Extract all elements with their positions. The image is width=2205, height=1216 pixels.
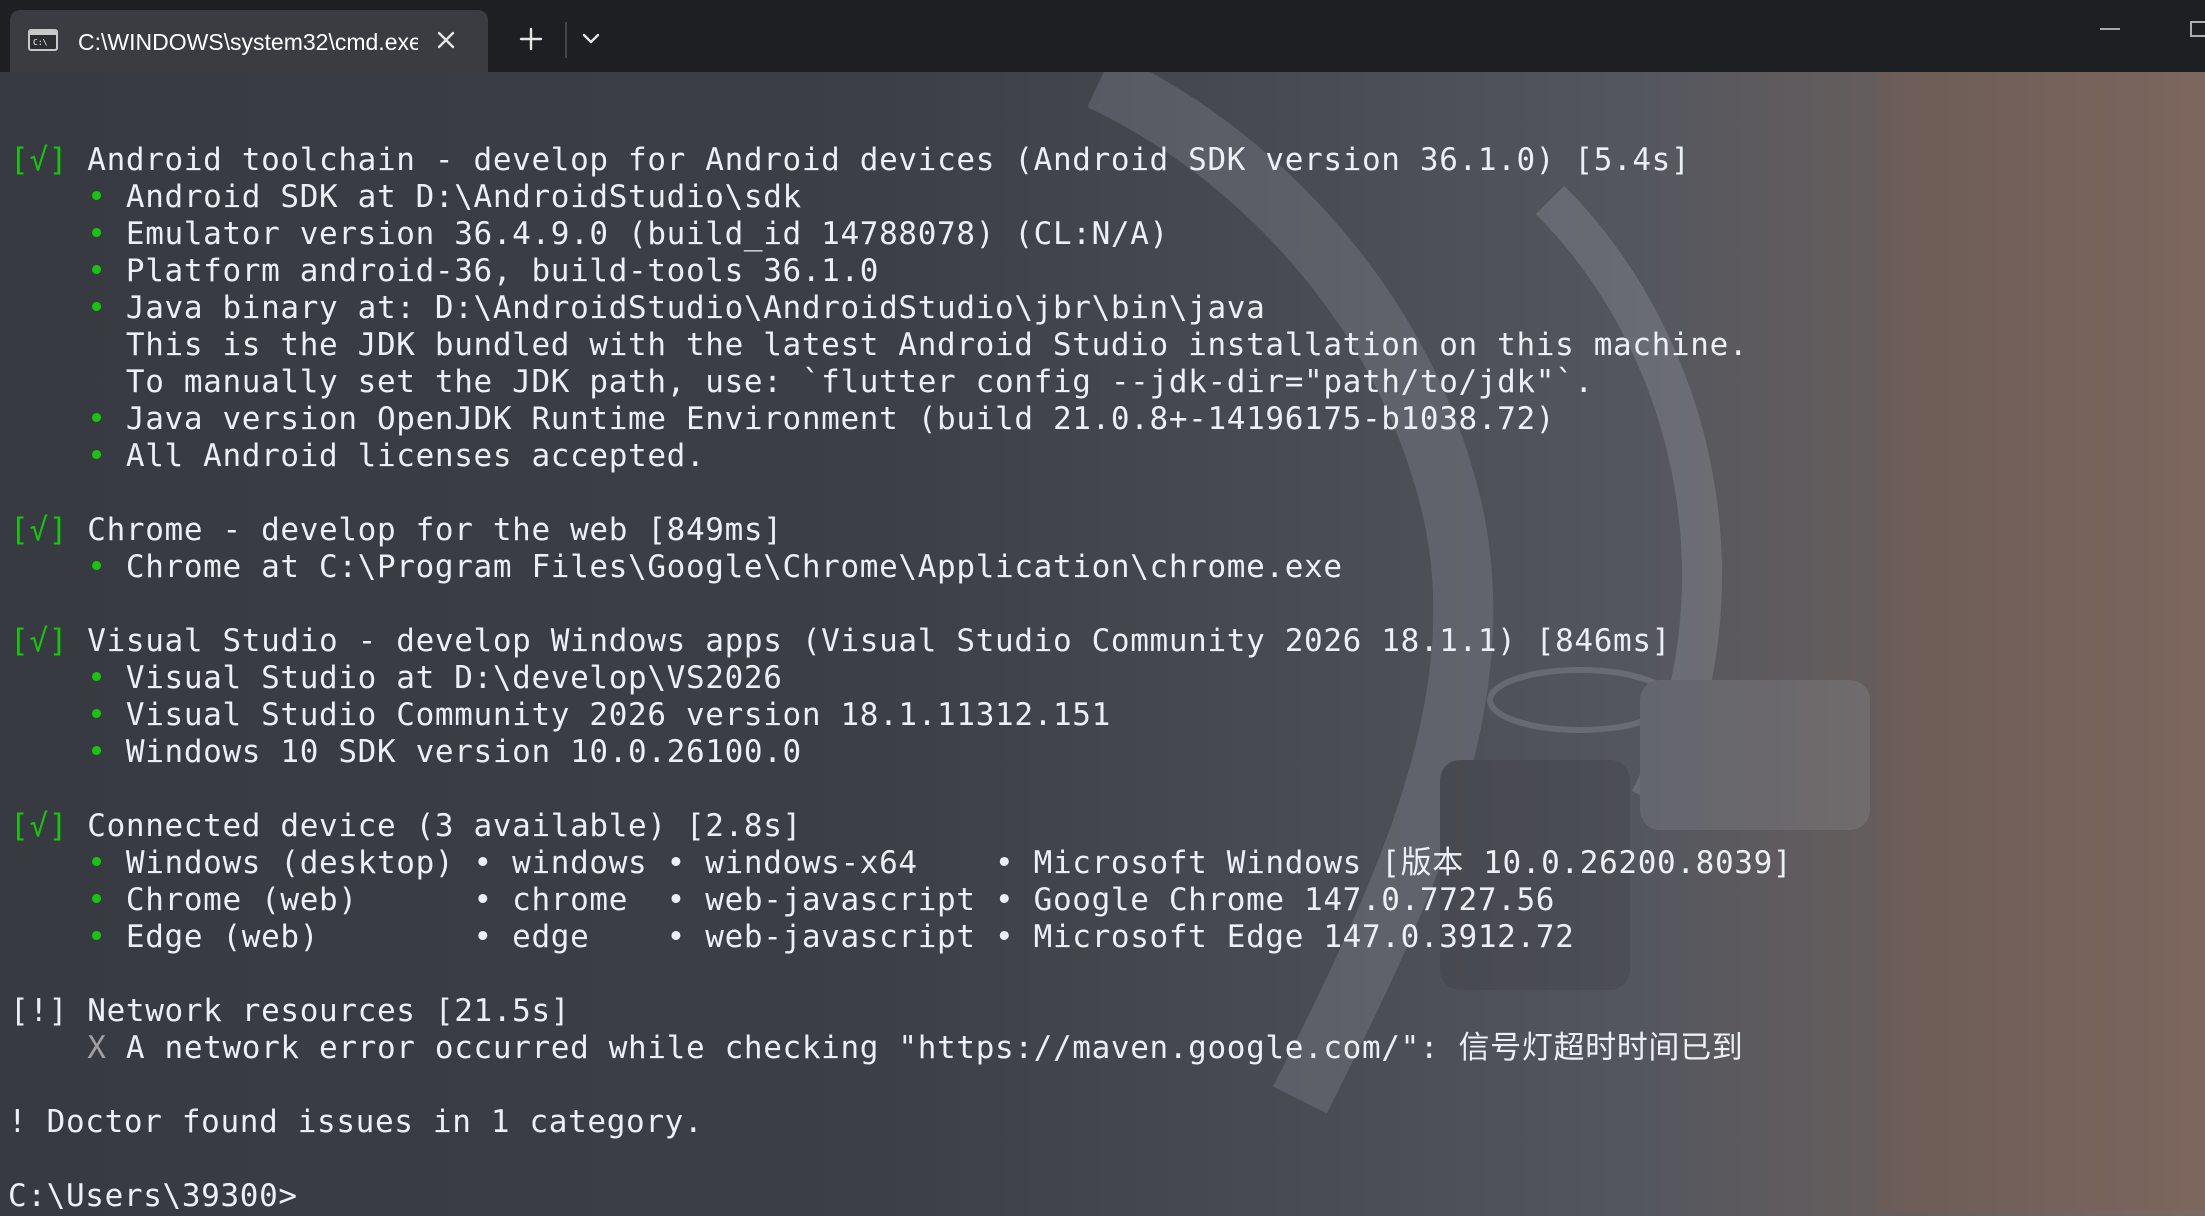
line-text: Windows 10 SDK version 10.0.26100.0 [106,734,802,770]
close-icon[interactable] [430,24,462,56]
output-line: • Chrome (web) • chrome • web-javascript… [10,882,1555,919]
maximize-icon[interactable] [2182,14,2205,44]
prompt-text: C:\Users\39300> [8,1178,298,1214]
bullet: • [10,845,107,881]
output-line: This is the JDK bundled with the latest … [10,327,1748,364]
line-text: Windows (desktop) • windows • windows-x6… [106,845,1793,881]
output-line: • Visual Studio Community 2026 version 1… [10,697,1111,734]
output-line: • Java version OpenJDK Runtime Environme… [10,401,1555,438]
bullet: • [10,253,107,289]
line-text: Platform android-36, build-tools 36.1.0 [106,253,880,289]
tab-title: C:\WINDOWS\system32\cmd.exe [78,29,418,55]
line-text: To manually set the JDK path, use: `flut… [10,364,1594,400]
status-mark: [!] [10,993,68,1029]
status-mark: [√] [10,142,68,178]
plus-icon[interactable] [514,22,548,56]
title-bar: C:\ C:\WINDOWS\system32\cmd.exe [0,0,2205,72]
terminal-window: C:\ C:\WINDOWS\system32\cmd.exe [√] Andr… [0,0,2205,1216]
line-text: Chrome at C:\Program Files\Google\Chrome… [106,549,1343,585]
line-text: Chrome - develop for the web [849ms] [67,512,783,548]
line-text: Connected device (3 available) [2.8s] [67,808,802,844]
error-mark: X [10,1030,107,1066]
bullet: • [10,660,107,696]
line-text: A network error occurred while checking … [106,1030,1744,1066]
line-text: Visual Studio at D:\develop\VS2026 [106,660,783,696]
line-text: All Android licenses accepted. [106,438,706,474]
output-line: • Visual Studio at D:\develop\VS2026 [10,660,783,697]
line-text: This is the JDK bundled with the latest … [10,327,1749,363]
bullet: • [10,401,107,437]
line-text: Java version OpenJDK Runtime Environment… [106,401,1556,437]
terminal-output[interactable]: [√] Android toolchain - develop for Andr… [0,72,2205,1216]
bullet: • [10,734,107,770]
bullet: • [10,216,107,252]
line-text: Visual Studio Community 2026 version 18.… [106,697,1111,733]
output-line: To manually set the JDK path, use: `flut… [10,364,1594,401]
bullet: • [10,919,107,955]
bullet: • [10,438,107,474]
output-line: • All Android licenses accepted. [10,438,705,475]
bullet: • [10,882,107,918]
output-line: [√] Chrome - develop for the web [849ms] [10,512,783,549]
bullet: • [10,290,107,326]
output-line: • Platform android-36, build-tools 36.1.… [10,253,879,290]
line-text: Edge (web) • edge • web-javascript • Mic… [106,919,1575,955]
terminal-icon: C:\ [28,29,58,51]
line-text: Java binary at: D:\AndroidStudio\Android… [106,290,1266,326]
output-line: • Emulator version 36.4.9.0 (build_id 14… [10,216,1169,253]
status-mark: [√] [10,512,68,548]
tab-divider [565,22,567,58]
output-line: • Chrome at C:\Program Files\Google\Chro… [10,549,1343,586]
minimize-icon[interactable] [2088,14,2132,44]
output-line: X A network error occurred while checkin… [10,1030,1743,1067]
status-mark: [√] [10,623,68,659]
output-line: ! Doctor found issues in 1 category. [8,1104,703,1141]
output-line: • Android SDK at D:\AndroidStudio\sdk [10,179,802,216]
line-text: Chrome (web) • chrome • web-javascript •… [106,882,1556,918]
svg-text:C:\: C:\ [33,38,48,47]
line-text: Visual Studio - develop Windows apps (Vi… [67,623,1671,659]
tab-cmd[interactable]: C:\ C:\WINDOWS\system32\cmd.exe [10,10,488,72]
bullet: • [10,549,107,585]
chevron-down-icon[interactable] [576,24,606,54]
output-line: [√] Connected device (3 available) [2.8s… [10,808,802,845]
bullet: • [10,179,107,215]
command-prompt[interactable]: C:\Users\39300> [8,1178,298,1215]
output-line: [√] Android toolchain - develop for Andr… [10,142,1690,179]
output-line: • Edge (web) • edge • web-javascript • M… [10,919,1574,956]
bullet: • [10,697,107,733]
line-text: Emulator version 36.4.9.0 (build_id 1478… [106,216,1169,252]
line-text: Network resources [21.5s] [67,993,571,1029]
line-text: Android SDK at D:\AndroidStudio\sdk [106,179,802,215]
status-mark: [√] [10,808,68,844]
line-text: Android toolchain - develop for Android … [67,142,1691,178]
output-line: • Java binary at: D:\AndroidStudio\Andro… [10,290,1265,327]
output-line: • Windows 10 SDK version 10.0.26100.0 [10,734,802,771]
output-line: [!] Network resources [21.5s] [10,993,570,1030]
line-text: ! Doctor found issues in 1 category. [8,1104,704,1140]
output-line: [√] Visual Studio - develop Windows apps… [10,623,1671,660]
output-line: • Windows (desktop) • windows • windows-… [10,845,1792,882]
